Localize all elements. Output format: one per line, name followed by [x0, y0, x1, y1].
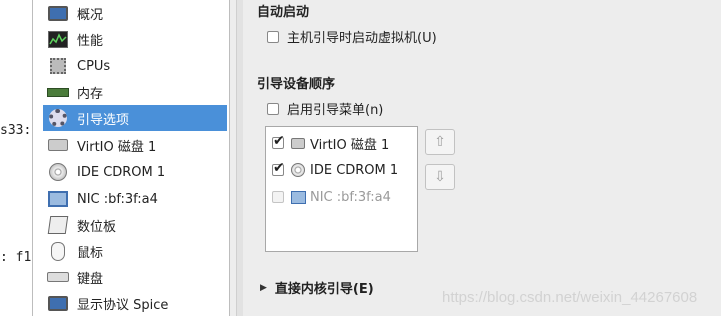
background-terminal: s33: : f1: [0, 0, 32, 316]
hw-item-label: 性能: [77, 33, 104, 49]
hardware-list: 概况 性能 CPUs 内存 引导选项 VirtIO 磁盘 1 IDE CDROM…: [32, 0, 230, 316]
display-icon: [47, 293, 69, 313]
boot-device-row: NIC :bf:3f:a4: [272, 186, 391, 208]
hw-item-label: IDE CDROM 1: [77, 164, 166, 180]
hard-disk-icon: [290, 135, 306, 151]
keyboard-icon: [47, 267, 69, 287]
tablet-icon: [47, 215, 69, 235]
autostart-checkbox[interactable]: [267, 30, 279, 43]
boot-menu-checkbox[interactable]: [267, 102, 279, 115]
boot-device-list: VirtIO 磁盘 1 IDE CDROM 1 NIC :bf:3f:a4: [265, 126, 418, 252]
boot-device-label: IDE CDROM 1: [310, 162, 399, 178]
hw-item-cpus[interactable]: CPUs: [43, 53, 227, 79]
terminal-line: : f1: [0, 250, 32, 265]
arrow-up-icon: ⇧: [434, 134, 446, 150]
hw-item-boot-options[interactable]: 引导选项: [43, 105, 227, 131]
boot-options-panel: 自动启动 主机引导时启动虚拟机(U) 引导设备顺序 启用引导菜单(n) Virt…: [242, 0, 721, 316]
boot-device-label: NIC :bf:3f:a4: [310, 189, 391, 205]
hard-disk-icon: [47, 135, 69, 155]
boot-order-title: 引导设备顺序: [257, 77, 336, 92]
hw-item-overview[interactable]: 概况: [43, 0, 227, 26]
cdrom-icon: [47, 162, 69, 182]
arrow-down-icon: ⇩: [434, 169, 446, 185]
mouse-icon: [47, 241, 69, 261]
hw-item-label: VirtIO 磁盘 1: [77, 139, 157, 155]
boot-menu-checkbox-label: 启用引导菜单(n): [287, 103, 384, 118]
cpu-chip-icon: [47, 56, 69, 76]
boot-device-row[interactable]: IDE CDROM 1: [272, 159, 398, 181]
hw-item-label: NIC :bf:3f:a4: [77, 191, 158, 207]
autostart-checkbox-row[interactable]: 主机引导时启动虚拟机(U): [267, 27, 437, 46]
boot-options-gear-icon: [47, 108, 69, 128]
hw-item-label: 数位板: [77, 219, 117, 235]
hw-item-label: CPUs: [77, 58, 111, 74]
monitor-icon: [47, 3, 69, 23]
network-card-icon: [290, 189, 306, 205]
direct-kernel-boot-expander[interactable]: ▶ 直接内核引导(E): [260, 278, 374, 297]
autostart-checkbox-label: 主机引导时启动虚拟机(U): [287, 31, 437, 46]
hw-item-label: 概况: [77, 7, 104, 23]
cdrom-icon: [290, 162, 306, 178]
network-card-icon: [47, 189, 69, 209]
boot-device-label: VirtIO 磁盘 1: [310, 137, 390, 153]
watermark: https://blog.csdn.net/weixin_44267608: [442, 289, 698, 306]
boot-device-checkbox: [272, 191, 284, 203]
autostart-title: 自动启动: [257, 5, 310, 20]
hw-item-memory[interactable]: 内存: [43, 79, 227, 105]
hw-item-label: 内存: [77, 86, 104, 102]
boot-menu-checkbox-row[interactable]: 启用引导菜单(n): [267, 99, 383, 118]
move-down-button[interactable]: ⇩: [425, 164, 455, 190]
hw-item-performance[interactable]: 性能: [43, 26, 227, 52]
hw-item-nic[interactable]: NIC :bf:3f:a4: [43, 186, 227, 212]
hw-item-mouse[interactable]: 鼠标: [43, 238, 227, 264]
hw-item-virtio-disk[interactable]: VirtIO 磁盘 1: [43, 132, 227, 158]
boot-device-checkbox[interactable]: [272, 160, 285, 176]
expander-triangle-icon: ▶: [260, 282, 267, 293]
move-up-button[interactable]: ⇧: [425, 129, 455, 155]
performance-graph-icon: [47, 29, 69, 49]
hw-item-label: 键盘: [77, 271, 104, 287]
boot-device-row[interactable]: VirtIO 磁盘 1: [272, 132, 389, 154]
memory-module-icon: [47, 82, 69, 102]
hw-item-display-spice[interactable]: 显示协议 Spice: [43, 290, 227, 316]
hw-item-keyboard[interactable]: 键盘: [43, 264, 227, 290]
terminal-line: s33:: [0, 123, 32, 138]
hw-item-label: 鼠标: [77, 245, 104, 261]
boot-device-checkbox[interactable]: [272, 133, 285, 149]
hw-item-label: 显示协议 Spice: [77, 297, 169, 313]
direct-kernel-boot-label: 直接内核引导(E): [274, 282, 374, 297]
hw-item-label: 引导选项: [77, 112, 130, 128]
hw-item-ide-cdrom[interactable]: IDE CDROM 1: [43, 159, 227, 185]
hw-item-tablet[interactable]: 数位板: [43, 212, 227, 238]
